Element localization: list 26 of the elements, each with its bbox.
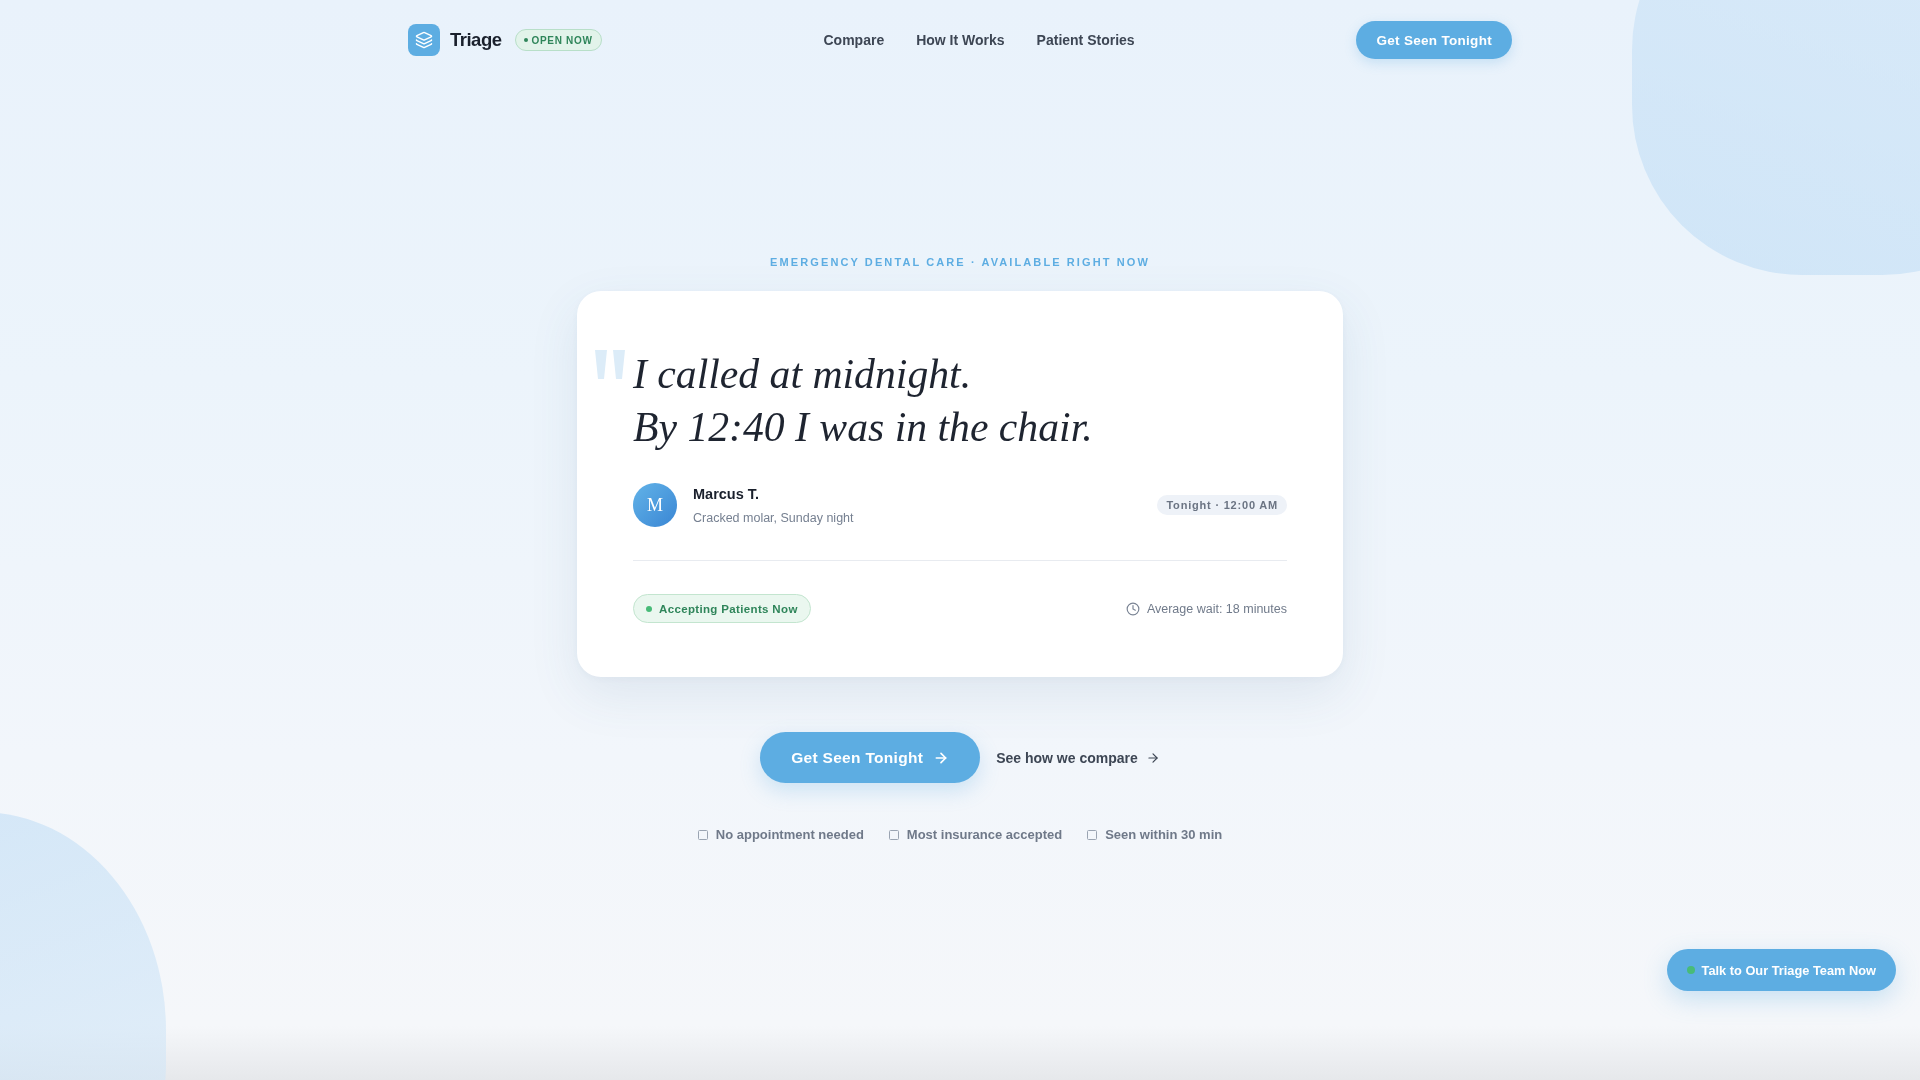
status-dot-icon	[1686, 966, 1695, 974]
feature-text: Most insurance accepted	[906, 827, 1063, 843]
time-tag: Tonight · 12:00 AM	[1157, 495, 1287, 516]
status-dot-icon	[646, 605, 652, 612]
feature-text: No appointment needed	[715, 827, 864, 843]
accepting-status-badge: Accepting Patients Now	[633, 594, 811, 624]
author-detail: Cracked molar, Sunday night	[693, 510, 854, 525]
status-dot-icon	[523, 38, 528, 42]
feature-text: Seen within 30 min	[1105, 827, 1223, 843]
layers-logo-icon	[408, 24, 440, 56]
quote-mark-icon	[593, 350, 627, 379]
brand-name: Triage	[450, 29, 502, 51]
author-name: Marcus T.	[693, 485, 761, 502]
compare-link[interactable]: See how we compare	[996, 749, 1160, 766]
nav-link[interactable]: Patient Stories	[1036, 32, 1135, 48]
testimonial-quote: I called at midnight. By 12:40 I was in the chair.	[633, 350, 1094, 452]
nav-link[interactable]: Compare	[823, 32, 885, 48]
average-wait-text: Average wait: 18 minutes	[1146, 601, 1287, 616]
square-icon	[888, 829, 899, 840]
nav-link[interactable]: How It Works	[916, 32, 1005, 48]
avatar: M	[633, 483, 677, 528]
square-icon	[697, 829, 708, 840]
eyebrow-text: EMERGENCY DENTAL CARE · AVAILABLE RIGHT NOW	[770, 256, 1150, 268]
square-icon	[1087, 829, 1098, 840]
open-now-badge: OPEN NOW	[514, 29, 602, 51]
clock-icon	[1125, 601, 1140, 616]
